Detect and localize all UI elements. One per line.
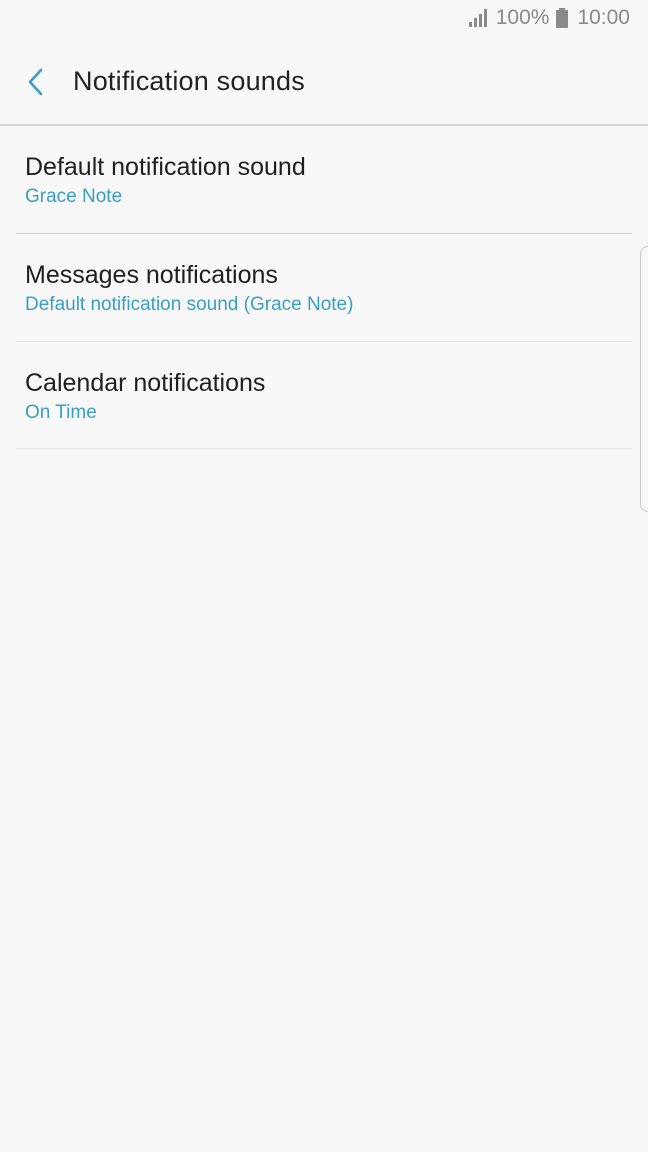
list-item-title: Calendar notifications <box>25 369 266 397</box>
chevron-left-icon <box>28 68 43 96</box>
signal-icon <box>468 9 487 27</box>
list-item-messages-notifications[interactable]: Messages notifications Default notificat… <box>16 234 632 342</box>
settings-list: Default notification sound Grace Note Me… <box>16 126 632 449</box>
battery-percent: 100% <box>495 6 550 29</box>
list-item-title: Default notification sound <box>25 153 306 181</box>
list-item-title: Messages notifications <box>25 261 278 289</box>
app-header: Notification sounds <box>0 40 648 126</box>
back-button[interactable] <box>14 60 58 104</box>
list-item-value: On Time <box>25 402 97 423</box>
edge-panel-handle[interactable] <box>640 246 648 512</box>
list-item-value: Default notification sound (Grace Note) <box>25 294 354 315</box>
list-item-value: Grace Note <box>25 186 123 207</box>
status-indicators: 100% 10:00 <box>468 6 630 30</box>
list-item-default-notification-sound[interactable]: Default notification sound Grace Note <box>16 126 632 234</box>
status-bar: 100% 10:00 <box>0 0 648 40</box>
clock: 10:00 <box>577 6 630 29</box>
page-title: Notification sounds <box>73 66 305 96</box>
battery-icon <box>556 8 569 28</box>
list-item-calendar-notifications[interactable]: Calendar notifications On Time <box>16 342 632 449</box>
screen: 100% 10:00 Notification sounds Default n… <box>0 0 648 1152</box>
